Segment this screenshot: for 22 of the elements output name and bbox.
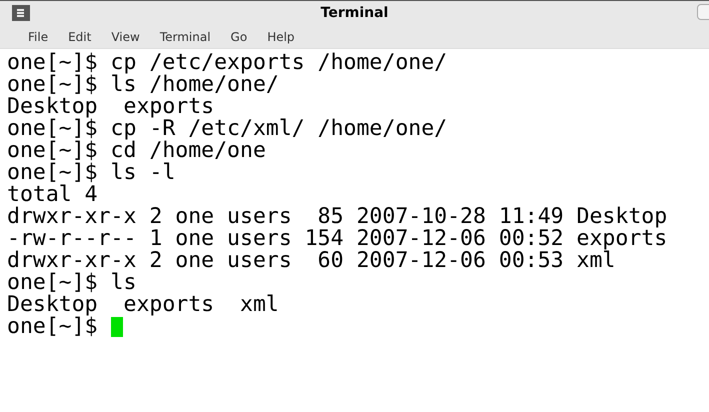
terminal-line: one[~]$ cp /etc/exports /home/one/	[7, 52, 448, 74]
terminal-line: one[~]$ cd /home/one	[7, 140, 266, 162]
menu-item[interactable]: Edit	[68, 28, 92, 46]
app-icon	[12, 5, 30, 21]
text-cursor	[110, 317, 123, 337]
terminal-line: drwxr-xr-x 2 one users 85 2007-10-28 11:49 Desktop	[7, 206, 668, 228]
menu-item[interactable]: View	[111, 28, 140, 46]
terminal-line: Desktop exports xml	[7, 294, 279, 316]
terminal-line: one[~]$ ls	[7, 272, 136, 294]
terminal-prompt: one[~]$	[7, 316, 99, 338]
terminal-line: drwxr-xr-x 2 one users 60 2007-12-06 00:53 xml	[7, 250, 616, 272]
menu-item[interactable]: Go	[230, 28, 248, 46]
terminal-line: -rw-r--r-- 1 one users 154 2007-12-06 00:52 exports	[7, 228, 668, 250]
menu-item[interactable]: Terminal	[160, 28, 211, 46]
window-title: Terminal	[320, 4, 388, 22]
menu-item[interactable]: File	[28, 28, 48, 46]
terminal-line: total 4	[7, 184, 98, 206]
terminal-line: Desktop exports	[7, 96, 214, 118]
terminal-line: one[~]$ ls -l	[7, 162, 176, 184]
terminal-line: one[~]$ ls /home/one/	[7, 74, 279, 96]
terminal-line: one[~]$ cp -R /etc/xml/ /home/one/	[7, 118, 448, 140]
menu-item[interactable]: Help	[267, 28, 295, 46]
